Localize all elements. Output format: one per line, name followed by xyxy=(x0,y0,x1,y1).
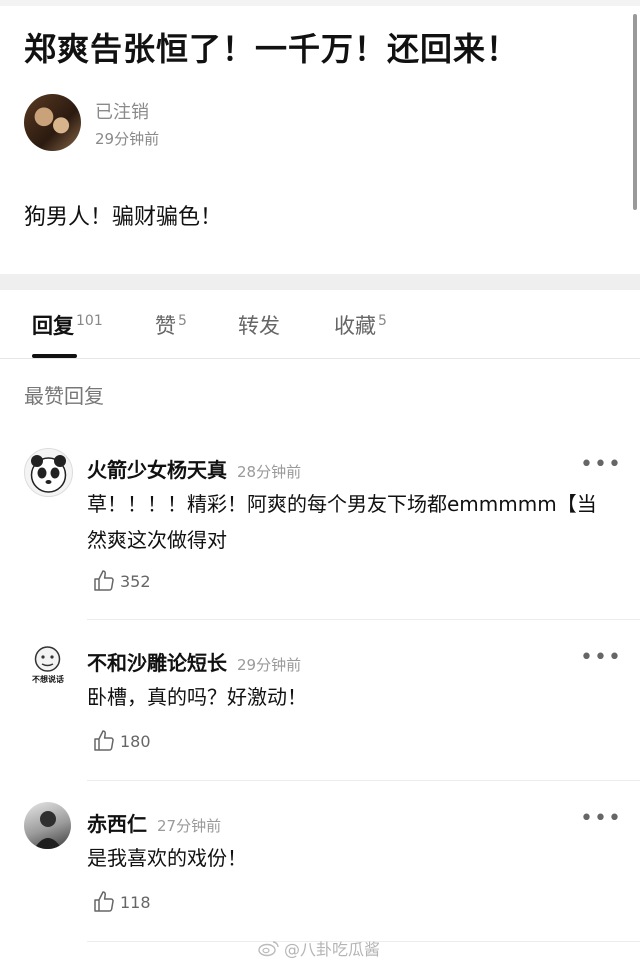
avatar-caption: 不想说话 xyxy=(32,675,64,684)
top-edge xyxy=(0,0,640,6)
scrollbar[interactable] xyxy=(633,14,637,210)
like-button[interactable]: 352 xyxy=(92,569,151,593)
tab-label: 赞 xyxy=(155,314,176,338)
meme-avatar[interactable]: 不想说话 xyxy=(24,641,71,688)
comment-time: 27分钟前 xyxy=(157,817,222,835)
post-body: 狗男人！骗财骗色！ xyxy=(24,205,223,230)
comment-text: 卧槽，真的吗？好激动！ xyxy=(87,685,307,709)
comment-author-name: 不和沙雕论短长 xyxy=(87,651,227,675)
more-dots-icon[interactable]: ••• xyxy=(580,806,622,831)
author-avatar[interactable] xyxy=(24,94,81,151)
author-name[interactable]: 已注销 xyxy=(95,98,149,124)
more-dots-icon[interactable]: ••• xyxy=(580,645,622,670)
comment-author[interactable]: 赤西仁 27分钟前 xyxy=(87,808,221,837)
tab-replies[interactable]: 回复 101 xyxy=(32,310,103,340)
watermark-text: @八卦吃瓜酱 xyxy=(284,940,381,959)
section-separator xyxy=(0,274,640,290)
panda-avatar[interactable] xyxy=(24,448,73,497)
comment-text: 是我喜欢的戏份！ xyxy=(87,846,247,870)
like-count: 180 xyxy=(120,731,151,751)
tab-label: 回复 xyxy=(32,314,74,338)
weibo-logo-icon xyxy=(258,941,279,957)
post-title: 郑爽告张恒了！一千万！还回来！ xyxy=(24,30,520,68)
watermark: @八卦吃瓜酱 xyxy=(258,936,380,960)
comment-divider xyxy=(87,619,640,620)
more-dots-icon[interactable]: ••• xyxy=(580,452,622,477)
comment-author-name: 火箭少女杨天真 xyxy=(87,458,227,482)
comment-author[interactable]: 不和沙雕论短长 29分钟前 xyxy=(87,647,301,676)
section-label: 最赞回复 xyxy=(24,384,104,408)
tab-likes[interactable]: 赞5 xyxy=(155,310,187,340)
tab-label: 转发 xyxy=(238,314,280,338)
post-time: 29分钟前 xyxy=(95,130,160,148)
comment-time: 28分钟前 xyxy=(237,463,302,481)
tab-count: 5 xyxy=(178,313,187,329)
thumbs-up-icon xyxy=(94,891,114,912)
tab-bar: 回复 101 赞5 转发 收藏 5 xyxy=(0,290,640,359)
comment-divider xyxy=(87,780,640,781)
active-tab-indicator xyxy=(32,354,77,358)
comment-text: 草！！！！精彩！阿爽的每个男友下场都emmmmm【当然爽这次做得对 xyxy=(87,492,597,552)
tab-reposts[interactable]: 转发 xyxy=(238,310,280,340)
thumbs-up-icon xyxy=(94,730,114,751)
thumbs-up-icon xyxy=(94,570,114,591)
tab-label: 收藏 xyxy=(334,314,376,338)
photo-avatar[interactable] xyxy=(24,802,71,849)
tab-count: 101 xyxy=(76,313,103,329)
tab-favorites[interactable]: 收藏 5 xyxy=(334,310,387,340)
comment-author-name: 赤西仁 xyxy=(87,812,147,836)
like-button[interactable]: 118 xyxy=(92,890,151,914)
like-count: 352 xyxy=(120,571,151,591)
tab-count: 5 xyxy=(378,313,387,329)
comment-time: 29分钟前 xyxy=(237,656,302,674)
comment-author[interactable]: 火箭少女杨天真 28分钟前 xyxy=(87,454,301,483)
like-button[interactable]: 180 xyxy=(92,729,151,753)
like-count: 118 xyxy=(120,892,151,912)
